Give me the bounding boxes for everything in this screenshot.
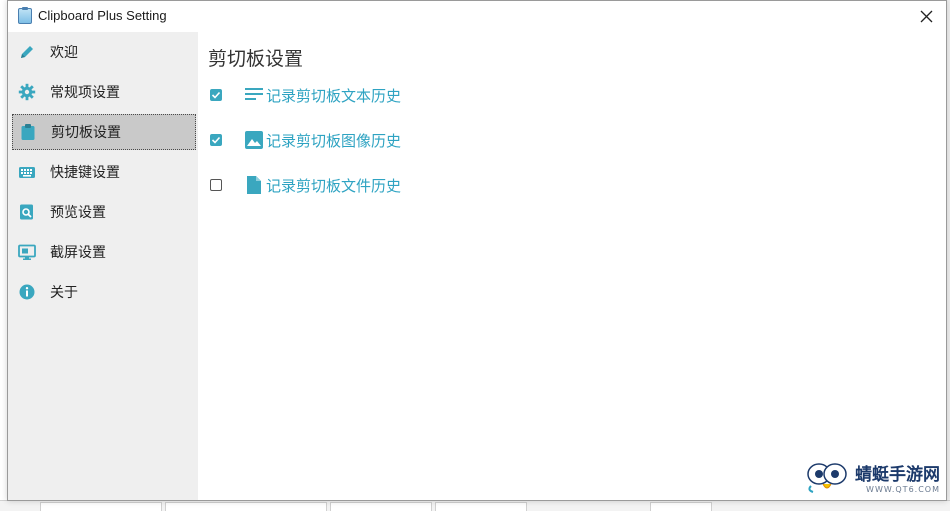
sidebar-item-label: 剪切板设置 bbox=[51, 125, 121, 141]
keyboard-icon bbox=[18, 163, 36, 181]
checkmark-icon bbox=[211, 136, 221, 144]
sidebar-item-label: 截屏设置 bbox=[50, 245, 106, 261]
page-title: 剪切板设置 bbox=[208, 48, 304, 70]
file-icon bbox=[244, 175, 264, 195]
sidebar-item-label: 欢迎 bbox=[50, 45, 78, 61]
sidebar-item-label: 预览设置 bbox=[50, 205, 106, 221]
clipboard-icon bbox=[19, 123, 37, 141]
sidebar-item-label: 关于 bbox=[50, 285, 78, 301]
title-bar[interactable]: Clipboard Plus Setting bbox=[8, 1, 946, 32]
sidebar-item-label: 常规项设置 bbox=[50, 85, 120, 101]
text-history-checkbox[interactable] bbox=[210, 89, 222, 101]
preview-search-icon bbox=[18, 203, 36, 221]
watermark-title: 蜻蜓手游网 bbox=[855, 465, 940, 485]
image-history-checkbox[interactable] bbox=[210, 134, 222, 146]
screenshot-icon bbox=[18, 243, 36, 261]
sidebar: 欢迎 常规项设置 剪切板设置 快捷键设置 预览设置 截屏设置 关于 bbox=[8, 32, 198, 500]
option-image-history[interactable]: 记录剪切板图像历史 bbox=[210, 128, 401, 152]
file-history-checkbox[interactable] bbox=[210, 179, 222, 191]
settings-window: Clipboard Plus Setting 欢迎 常规项设置 剪切板设置 快捷… bbox=[7, 0, 947, 501]
sidebar-item-general[interactable]: 常规项设置 bbox=[12, 74, 196, 110]
dragonfly-logo-icon bbox=[807, 463, 847, 493]
sidebar-item-clipboard[interactable]: 剪切板设置 bbox=[12, 114, 196, 150]
option-text-history[interactable]: 记录剪切板文本历史 bbox=[210, 83, 401, 107]
window-title: Clipboard Plus Setting bbox=[38, 8, 167, 23]
sidebar-item-welcome[interactable]: 欢迎 bbox=[12, 34, 196, 70]
option-label: 记录剪切板文件历史 bbox=[266, 176, 402, 195]
close-button[interactable] bbox=[912, 4, 940, 28]
image-icon bbox=[244, 130, 264, 150]
option-label: 记录剪切板图像历史 bbox=[266, 131, 402, 150]
checkmark-icon bbox=[211, 91, 221, 99]
clipboard-app-icon bbox=[18, 7, 32, 24]
info-icon bbox=[18, 283, 36, 301]
sidebar-item-preview[interactable]: 预览设置 bbox=[12, 194, 196, 230]
option-label: 记录剪切板文本历史 bbox=[266, 86, 402, 105]
sidebar-item-screenshot[interactable]: 截屏设置 bbox=[12, 234, 196, 270]
sidebar-item-label: 快捷键设置 bbox=[50, 165, 120, 181]
pen-icon bbox=[18, 43, 36, 61]
close-icon bbox=[920, 10, 932, 22]
sidebar-item-hotkeys[interactable]: 快捷键设置 bbox=[12, 154, 196, 190]
gear-icon bbox=[18, 83, 36, 101]
settings-panel: 剪切板设置 记录剪切板文本历史 记录剪切板图像历史 记录剪切板文件历史 蜻蜓手游… bbox=[198, 32, 946, 500]
watermark-url: WWW.QT6.COM bbox=[866, 485, 940, 494]
watermark: 蜻蜓手游网 WWW.QT6.COM bbox=[805, 460, 940, 494]
sidebar-item-about[interactable]: 关于 bbox=[12, 274, 196, 310]
text-lines-icon bbox=[244, 85, 264, 105]
option-file-history[interactable]: 记录剪切板文件历史 bbox=[210, 173, 401, 197]
